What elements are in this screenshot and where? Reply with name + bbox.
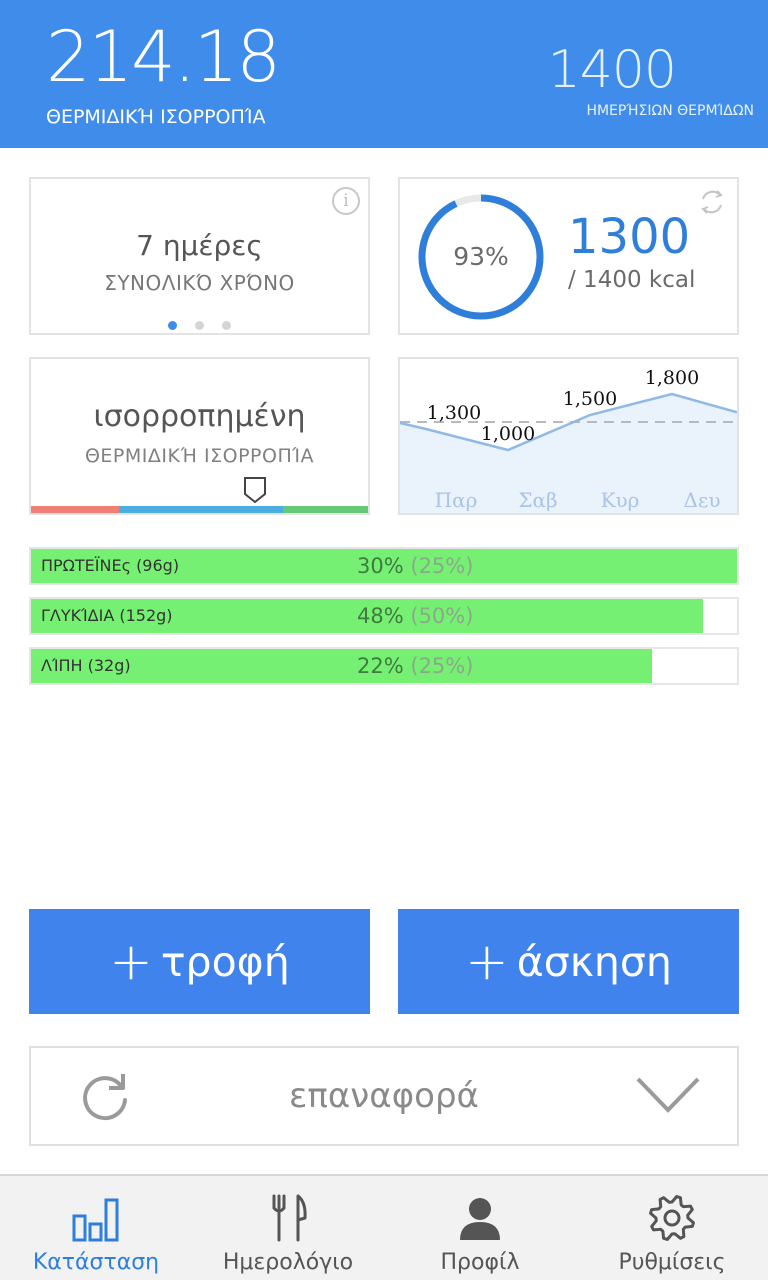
chart-data-label: 1,000 — [481, 423, 535, 445]
info-icon[interactable]: i — [332, 187, 360, 215]
weekly-calorie-chart: 1,3001,000 1,500 1,800 Παρ Σαβ Κυρ Δευ — [400, 367, 737, 513]
macro-percent: 48% (50%) — [357, 604, 474, 628]
balance-scale — [31, 506, 368, 513]
page-dot — [195, 321, 204, 330]
chart-x-tick-label: Δευ — [684, 488, 721, 512]
fork-knife-icon — [272, 1194, 307, 1242]
macro-percent: 30% (25%) — [357, 554, 474, 578]
daily-calories-value: 1400 — [547, 40, 677, 100]
chart-data-label: 1,300 — [427, 402, 481, 424]
nav-item-diary[interactable]: Ημερολόγιο — [192, 1176, 384, 1280]
calorie-balance-value: 214.18 — [46, 16, 281, 98]
page-dot — [168, 321, 177, 330]
chevron-down-icon[interactable] — [635, 1074, 701, 1116]
macro-target: (25%) — [410, 654, 474, 678]
gear-icon — [649, 1195, 695, 1241]
nav-item-profile[interactable]: Προφίλ — [384, 1176, 576, 1280]
chart-x-tick-label: Σαβ — [518, 488, 557, 512]
daily-calories-label: ΗΜΕΡΉΣΙΩΝ ΘΕΡΜΊΔΩΝ — [586, 103, 754, 119]
macro-label: ΠΡΩΤΕΪΝΕς (96g) — [41, 556, 180, 575]
balance-status-card[interactable]: ισορροπημένη ΘΕΡΜΙΔΙΚΉ ΙΣΟΡΡΟΠΊΑ — [29, 357, 370, 515]
macro-label: ΓΛΥΚΊΔΙΑ (152g) — [41, 606, 173, 625]
scale-segment-high — [283, 506, 368, 513]
scale-segment-low — [31, 506, 119, 513]
page-dot — [222, 321, 231, 330]
add-exercise-label: άσκηση — [516, 937, 672, 986]
nav-label: Ρυθμίσεις — [618, 1250, 726, 1275]
bottom-navigation: Κατάσταση Ημερολόγιο Προφίλ Ρυθμίσεις — [0, 1174, 768, 1280]
add-food-label: τροφή — [160, 937, 290, 986]
nav-item-settings[interactable]: Ρυθμίσεις — [576, 1176, 768, 1280]
total-time-label: ΣΥΝΟΛΙΚΌ ΧΡΌΝΟ — [104, 271, 295, 295]
chart-x-tick-label: Κυρ — [601, 488, 640, 512]
macro-percent: 22% (25%) — [357, 654, 474, 678]
nav-label: Προφίλ — [440, 1250, 520, 1275]
gear-outline — [649, 1195, 695, 1241]
chart-data-label: 1,500 — [563, 388, 617, 410]
consumed-calories-value: 1300 — [568, 209, 691, 265]
reset-bar[interactable]: επαναφορά — [29, 1046, 739, 1146]
bar-chart-icon — [72, 1198, 119, 1242]
plus-icon: + — [109, 931, 153, 992]
add-food-button[interactable]: + τροφή — [29, 909, 370, 1014]
nav-label: Κατάσταση — [32, 1250, 160, 1275]
macro-target: (25%) — [410, 554, 474, 578]
refresh-icon[interactable] — [77, 1068, 133, 1124]
reset-label: επαναφορά — [289, 1076, 479, 1116]
plus-icon: + — [465, 931, 509, 992]
progress-percent: 93% — [453, 242, 509, 271]
scale-segment-mid — [119, 506, 283, 513]
sync-icon[interactable] — [695, 185, 729, 219]
calorie-progress-card[interactable]: 93% 1300 / 1400 kcal — [398, 177, 739, 335]
chart-x-tick-label: Παρ — [435, 488, 478, 512]
calorie-balance-label: ΘΕΡΜΙΔΙΚΉ ΙΣΟΡΡΟΠΊΑ — [46, 106, 266, 128]
header-bar: 214.18 ΘΕΡΜΙΔΙΚΉ ΙΣΟΡΡΟΠΊΑ 1400 ΗΜΕΡΉΣΙΩ… — [0, 0, 768, 148]
balance-status-value: ισορροπημένη — [93, 399, 306, 434]
scale-marker-icon — [244, 477, 266, 504]
person-icon — [460, 1198, 500, 1240]
macro-bar-fat: ΛΊΠΗ (32g) 22% (25%) — [29, 647, 739, 685]
balance-status-label: ΘΕΡΜΙΔΙΚΉ ΙΣΟΡΡΟΠΊΑ — [84, 445, 315, 467]
nav-item-status[interactable]: Κατάσταση — [0, 1176, 192, 1280]
page-indicator — [31, 315, 368, 334]
add-exercise-button[interactable]: + άσκηση — [398, 909, 739, 1014]
macro-label: ΛΊΠΗ (32g) — [41, 656, 131, 675]
weekly-chart-card[interactable]: 1,300 1,000 1,500 1,800 Παρ Σαβ Κυρ Δευ — [398, 357, 739, 515]
macro-bar-protein: ΠΡΩΤΕΪΝΕς (96g) 30% (25%) — [29, 547, 739, 585]
calorie-goal-label: / 1400 kcal — [568, 267, 696, 293]
macro-bar-carbs: ΓΛΥΚΊΔΙΑ (152g) 48% (50%) — [29, 597, 739, 635]
total-days-value: 7 ημέρες — [136, 229, 263, 262]
nav-label: Ημερολόγιο — [222, 1250, 354, 1275]
chart-data-label: 1,800 — [645, 367, 699, 389]
macro-target: (50%) — [410, 604, 474, 628]
total-time-card[interactable]: i 7 ημέρες ΣΥΝΟΛΙΚΌ ΧΡΌΝΟ — [29, 177, 370, 335]
